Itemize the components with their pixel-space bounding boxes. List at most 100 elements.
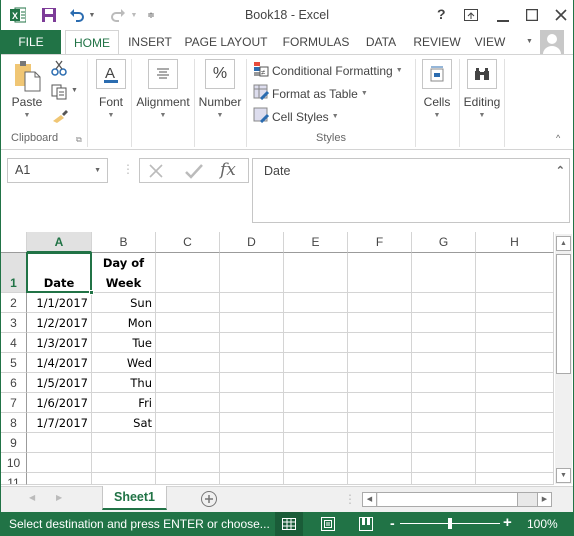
cell[interactable] bbox=[284, 313, 348, 333]
cell[interactable] bbox=[220, 313, 284, 333]
page-break-view-icon[interactable] bbox=[359, 517, 373, 534]
cell[interactable] bbox=[412, 333, 476, 353]
vertical-scrollbar[interactable]: ▲ ▼ bbox=[555, 234, 572, 484]
copy-dropdown-icon[interactable]: ▼ bbox=[71, 87, 78, 94]
cell-a8[interactable]: 1/7/2017 bbox=[27, 413, 92, 433]
cell[interactable] bbox=[412, 373, 476, 393]
cell[interactable] bbox=[284, 333, 348, 353]
column-header-g[interactable]: G bbox=[412, 232, 476, 253]
collapse-formula-bar-icon[interactable]: ⌃ bbox=[556, 164, 565, 177]
cell[interactable] bbox=[412, 473, 476, 485]
fill-handle[interactable] bbox=[89, 290, 94, 295]
tab-review[interactable]: REVIEW bbox=[409, 30, 465, 54]
cell[interactable] bbox=[412, 293, 476, 313]
cell[interactable] bbox=[476, 333, 554, 353]
row-header-10[interactable]: 10 bbox=[1, 453, 27, 473]
cell[interactable] bbox=[348, 293, 412, 313]
cell[interactable] bbox=[412, 453, 476, 473]
row-header-3[interactable]: 3 bbox=[1, 313, 27, 333]
row-header-6[interactable]: 6 bbox=[1, 373, 27, 393]
cell[interactable] bbox=[476, 293, 554, 313]
clipboard-launcher-icon[interactable]: ⧉ bbox=[76, 135, 82, 145]
row-header-5[interactable]: 5 bbox=[1, 353, 27, 373]
column-header-e[interactable]: E bbox=[284, 232, 348, 253]
horizontal-scroll-thumb[interactable] bbox=[378, 493, 518, 506]
tab-insert[interactable]: INSERT bbox=[125, 30, 175, 54]
cell[interactable] bbox=[412, 353, 476, 373]
sheet-tab-sheet1[interactable]: Sheet1 bbox=[102, 486, 167, 510]
scroll-left-icon[interactable]: ◀ bbox=[363, 493, 377, 506]
column-header-b[interactable]: B bbox=[92, 232, 156, 253]
cell[interactable] bbox=[348, 473, 412, 485]
new-sheet-icon[interactable] bbox=[200, 490, 218, 511]
tab-data[interactable]: DATA bbox=[361, 30, 401, 54]
tab-formulas[interactable]: FORMULAS bbox=[279, 30, 353, 54]
cell[interactable] bbox=[156, 333, 220, 353]
cell-a2[interactable]: 1/1/2017 bbox=[27, 293, 92, 313]
cell-a7[interactable]: 1/6/2017 bbox=[27, 393, 92, 413]
format-painter-icon[interactable] bbox=[52, 107, 68, 126]
cell[interactable] bbox=[284, 373, 348, 393]
cell[interactable] bbox=[220, 353, 284, 373]
minimize-icon[interactable] bbox=[497, 10, 509, 26]
cell[interactable] bbox=[284, 393, 348, 413]
cell[interactable] bbox=[476, 253, 554, 293]
font-button[interactable]: A Font ▼ bbox=[93, 59, 129, 119]
help-icon[interactable]: ? bbox=[437, 6, 446, 22]
number-button[interactable]: % Number ▼ bbox=[197, 59, 243, 119]
cell[interactable] bbox=[348, 313, 412, 333]
cell-a5[interactable]: 1/4/2017 bbox=[27, 353, 92, 373]
cell[interactable] bbox=[348, 373, 412, 393]
editing-button[interactable]: Editing ▼ bbox=[462, 59, 502, 119]
cell-b5[interactable]: Wed bbox=[92, 353, 156, 373]
column-header-a[interactable]: A bbox=[27, 232, 92, 253]
collapse-ribbon-icon[interactable]: ^ bbox=[556, 133, 560, 143]
cell[interactable] bbox=[476, 353, 554, 373]
cell-a6[interactable]: 1/5/2017 bbox=[27, 373, 92, 393]
page-layout-view-icon[interactable] bbox=[321, 517, 335, 534]
row-header-2[interactable]: 2 bbox=[1, 293, 27, 313]
ribbon-display-icon[interactable] bbox=[464, 8, 478, 24]
cell[interactable] bbox=[476, 313, 554, 333]
enter-check-icon[interactable] bbox=[185, 163, 203, 182]
row-header-7[interactable]: 7 bbox=[1, 393, 27, 413]
account-dropdown-icon[interactable]: ▼ bbox=[526, 38, 533, 45]
zoom-level[interactable]: 100% bbox=[527, 517, 558, 531]
cell-b2[interactable]: Sun bbox=[92, 293, 156, 313]
cell[interactable] bbox=[156, 433, 220, 453]
formula-input[interactable]: Date ⌃ bbox=[252, 158, 570, 223]
tab-page-layout[interactable]: PAGE LAYOUT bbox=[183, 30, 269, 54]
cell[interactable] bbox=[348, 333, 412, 353]
tab-view[interactable]: VIEW bbox=[471, 30, 509, 54]
scroll-right-icon[interactable]: ▶ bbox=[537, 493, 551, 506]
vertical-scroll-thumb[interactable] bbox=[556, 254, 571, 374]
cell[interactable] bbox=[348, 453, 412, 473]
format-as-table-button[interactable]: Format as Table ▼ bbox=[253, 84, 368, 103]
maximize-icon[interactable] bbox=[525, 8, 539, 24]
column-header-d[interactable]: D bbox=[220, 232, 284, 253]
tab-split-grip-icon[interactable]: ⋮ bbox=[344, 492, 356, 506]
cell[interactable] bbox=[220, 333, 284, 353]
horizontal-scrollbar[interactable]: ◀ ▶ bbox=[362, 492, 552, 507]
cell-a1[interactable]: Date bbox=[27, 253, 92, 293]
cell-b8[interactable]: Sat bbox=[92, 413, 156, 433]
column-header-h[interactable]: H bbox=[476, 232, 554, 253]
row-header-9[interactable]: 9 bbox=[1, 433, 27, 453]
cell[interactable] bbox=[156, 293, 220, 313]
cell[interactable] bbox=[284, 473, 348, 485]
zoom-in-icon[interactable]: + bbox=[503, 514, 512, 531]
cell[interactable] bbox=[220, 393, 284, 413]
zoom-slider-thumb[interactable] bbox=[448, 518, 452, 529]
paste-button[interactable]: Paste ▼ bbox=[9, 60, 45, 119]
cell[interactable] bbox=[220, 433, 284, 453]
cell-b1[interactable]: Day of Week bbox=[92, 253, 156, 293]
cell-a4[interactable]: 1/3/2017 bbox=[27, 333, 92, 353]
cell[interactable] bbox=[156, 313, 220, 333]
cell[interactable] bbox=[412, 413, 476, 433]
cells-button[interactable]: Cells ▼ bbox=[419, 59, 455, 119]
conditional-formatting-button[interactable]: ≠ Conditional Formatting ▼ bbox=[253, 61, 403, 80]
cell[interactable] bbox=[284, 433, 348, 453]
alignment-button[interactable]: Alignment ▼ bbox=[133, 59, 193, 119]
cell-styles-button[interactable]: Cell Styles ▼ bbox=[253, 107, 339, 126]
cut-icon[interactable] bbox=[51, 60, 67, 79]
